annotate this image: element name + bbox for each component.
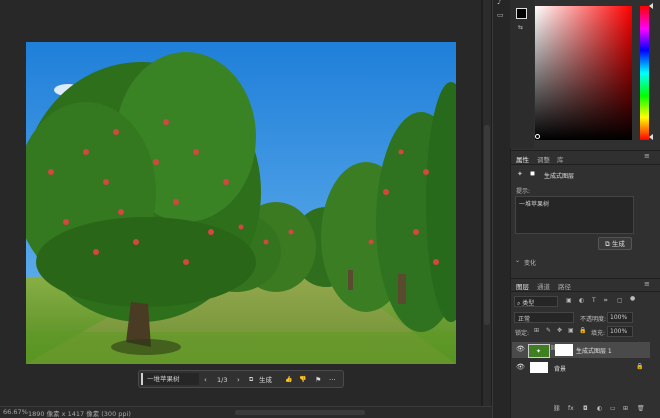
thumbs-up-icon[interactable]: 👍 [285,374,292,386]
contextual-task-bar: 一堆苹果树 ‹ 1/3 › ⧉ 生成 👍 👎 ⚑ ··· [138,370,344,388]
properties-prompt-field[interactable]: 一堆苹果树 [515,196,634,234]
adjustment-layer-icon[interactable]: ◐ [597,405,602,412]
layer-type-label: 生成式图层 [544,173,575,180]
filter-toggle-icon[interactable]: ● [630,295,635,302]
filter-type-icon[interactable]: T [592,297,596,304]
prompt-label: 提示: [516,188,531,195]
filter-pixel-icon[interactable]: ▣ [566,297,572,304]
color-tools: ⇆ [510,0,534,148]
generate-button[interactable]: 生成 [259,374,272,386]
filter-adjustment-icon[interactable]: ◐ [579,297,584,304]
document-info[interactable]: 1890 像素 x 1417 像素 (300 ppi) [28,408,131,418]
variation-counter: 1/3 [217,376,228,384]
new-layer-icon[interactable]: ⊞ [623,405,628,412]
status-bar: 66.67% 1890 像素 x 1417 像素 (300 ppi) [0,406,493,418]
comment-icon[interactable]: ▭ [497,11,504,19]
visibility-eye-icon[interactable]: 👁 [516,345,525,353]
layer-thumbnail [530,362,548,373]
tab-adjustments[interactable]: 调整 [537,154,550,164]
blend-mode-select[interactable]: 正常 [514,312,574,323]
visibility-eye-icon[interactable]: 👁 [516,363,525,371]
opacity-label: 不透明度: [580,316,607,323]
lock-icon[interactable]: 🔒 [636,363,643,370]
opacity-input[interactable]: 100% [607,312,633,323]
lock-all-icon[interactable]: 🔒 [579,327,586,334]
generate-button-icon: ⧉ [605,240,612,248]
swap-colors-icon[interactable]: ⇆ [518,24,523,31]
thumbs-down-icon[interactable]: 👎 [299,374,306,386]
chevron-down-icon[interactable]: ⌄ [515,257,520,264]
horizontal-scrollbar[interactable] [235,410,365,415]
fill-label: 填充: [591,330,606,337]
fill-input[interactable]: 100% [607,326,633,337]
collapsed-panel-bar: ♪ ▭ [492,0,510,418]
flag-icon[interactable]: ⚑ [315,374,321,386]
more-options-icon[interactable]: ··· [329,374,336,386]
previous-variation-icon[interactable]: ‹ [204,374,207,386]
layer-name[interactable]: 生成式图层 1 [576,346,612,355]
variations-label: 变化 [524,260,537,267]
delete-layer-icon[interactable]: 🗑 [637,405,645,412]
filter-shape-icon[interactable]: ⌗ [604,297,607,305]
generative-badge-icon: ✦ [536,348,542,355]
lock-position-icon[interactable]: ✥ [557,327,562,334]
hue-slider[interactable] [640,6,649,140]
link-layers-icon[interactable]: ⛓ [553,405,561,412]
lock-transparent-icon[interactable]: ⊞ [534,327,539,334]
color-picker-cursor[interactable] [535,134,540,139]
tab-channels[interactable]: 通道 [537,281,550,291]
mask-icon: ◼ [530,170,535,177]
foreground-color-swatch[interactable] [516,8,527,19]
lock-label: 锁定: [515,330,530,337]
filter-smart-object-icon[interactable]: ▢ [617,297,623,304]
layer-row-background[interactable]: 👁 背景 🔒 [512,360,650,375]
panel-menu-icon[interactable]: ≡ [644,152,650,160]
new-group-icon[interactable]: ▭ [610,405,616,412]
layer-filter-select[interactable]: ⌕ 类型 [514,296,558,307]
hue-slider-handle[interactable] [649,3,653,9]
prompt-input[interactable]: 一堆苹果树 [141,373,199,385]
tab-libraries[interactable]: 库 [557,154,564,164]
properties-generate-label: 生成 [611,240,625,248]
generative-layer-icon: ✦ [517,170,523,178]
filter-kind-label: 类型 [522,300,535,307]
tab-properties[interactable]: 属性 [516,154,529,164]
apple-orchard-image[interactable] [26,42,456,364]
generate-icon[interactable]: ⧉ [249,374,253,386]
color-picker-field[interactable] [535,6,632,140]
vertical-scrollbar[interactable] [483,0,491,406]
layers-menu-icon[interactable]: ≡ [644,280,650,288]
layer-name[interactable]: 背景 [554,364,566,373]
layer-row-generative[interactable]: 👁 ✦ ⛓ 生成式图层 1 [512,342,650,358]
layer-mask-thumbnail[interactable] [555,344,573,356]
history-icon[interactable]: ♪ [497,0,501,6]
add-mask-icon[interactable]: ◘ [583,405,588,412]
tab-layers[interactable]: 图层 [516,281,529,291]
apple-orchard-artwork [26,42,456,364]
properties-generate-button[interactable]: ⧉ 生成 [598,237,632,250]
zoom-level[interactable]: 66.67% [3,408,28,416]
vertical-scroll-thumb[interactable] [484,125,490,325]
lock-artboard-icon[interactable]: ▣ [568,327,574,334]
next-variation-icon[interactable]: › [237,374,240,386]
lock-pixels-icon[interactable]: ✎ [546,327,551,334]
tab-paths[interactable]: 路径 [558,281,571,291]
hue-slider-handle-bottom[interactable] [649,134,653,140]
layer-style-icon[interactable]: fx [568,405,574,412]
